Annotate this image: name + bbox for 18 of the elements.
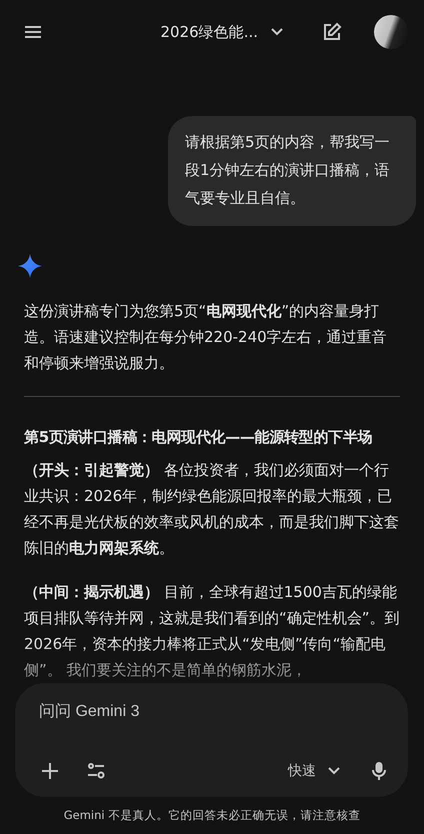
menu-icon (24, 25, 42, 39)
response-intro: 这份演讲稿专门为您第5页“电网现代化”的内容量身打造。语速建议控制在每分钟220-240字左右，通过重音和停顿来增强说服力。 (24, 301, 388, 374)
avatar[interactable] (374, 15, 408, 49)
script-paragraph: （中间：揭示机遇） 目前，全球有超过1500吉瓦的绿能项目排队等待并网，这就是我们看到的“确定性机会”。到2026年，资本的接力棒将正式从“发电侧”传向“输配电侧”。 我们要关注的不是简单的钢筋水泥， (24, 582, 400, 681)
disclaimer-text: Gemini 不是真人。它的回答未必正确无误，请注意核查 (62, 808, 362, 823)
sparkle-icon (18, 254, 42, 278)
chevron-down-icon (328, 767, 340, 775)
chevron-down-icon (270, 27, 284, 37)
chat-title-dropdown[interactable]: 2026绿色能... (156, 18, 288, 46)
edit-icon (322, 22, 342, 42)
plus-icon (41, 762, 59, 780)
prompt-input[interactable]: 问问 Gemini 3 (37, 699, 390, 725)
sliders-icon (87, 762, 105, 780)
user-message: 请根据第5页的内容，帮我写一段1分钟左右的演讲口播稿，语气要专业且自信。 (168, 116, 416, 226)
microphone-icon (372, 761, 386, 781)
mode-dropdown[interactable]: 快速 (280, 758, 348, 784)
script-heading: 第5页演讲口播稿：电网现代化——能源转型的下半场 (24, 427, 374, 448)
script-paragraph: （开头：引起警觉） 各位投资者，我们必须面对一个行业共识：2026年，制约绿色能源回报率的最大瓶颈，已经不再是光伏板的效率或风机的成本，而是我们脚下这套陈旧的电力网架系统。 (24, 460, 400, 559)
